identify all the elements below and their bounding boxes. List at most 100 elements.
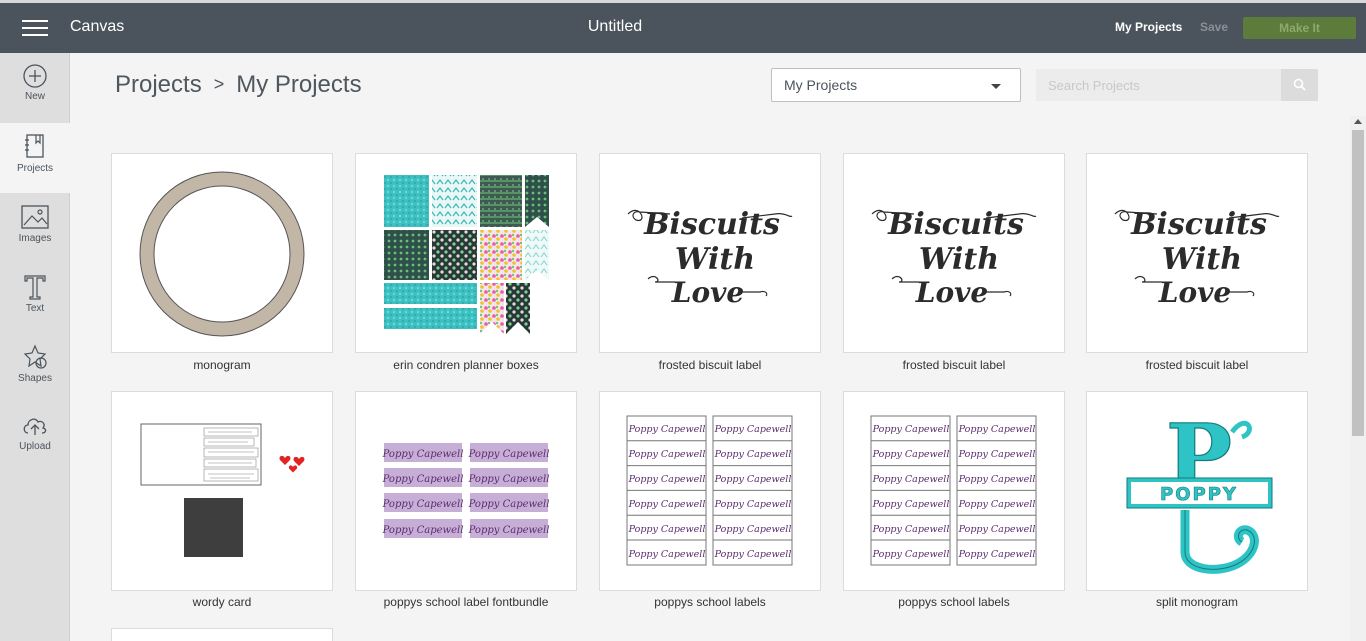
project-card-partial[interactable] (111, 628, 333, 641)
top-bar: Canvas Untitled My Projects Save Make It (0, 0, 1366, 53)
breadcrumb-separator: > (213, 74, 225, 94)
label-text: Poppy Capewell (468, 525, 550, 536)
sidebar-item-shapes[interactable]: Shapes (0, 333, 70, 403)
planner-boxes-thumbnail (384, 175, 549, 334)
dropdown-selected-value: My Projects (784, 77, 858, 93)
breadcrumb: Projects > My Projects (115, 71, 362, 99)
label-text: Poppy Capewell (958, 549, 1036, 560)
scroll-up-arrow-icon[interactable] (1354, 119, 1362, 124)
split-monogram-thumbnail: P POPPY (1126, 403, 1273, 574)
sidebar-item-text[interactable]: Text (0, 263, 70, 333)
biscuit-text-line1: Biscuits (643, 207, 780, 242)
vertical-scrollbar[interactable] (1350, 116, 1366, 641)
project-title[interactable]: erin condren planner boxes (355, 358, 577, 372)
wordy-card-thumbnail (140, 423, 305, 557)
label-text: Poppy Capewell (468, 474, 550, 485)
project-title[interactable]: frosted biscuit label (599, 358, 821, 372)
save-button[interactable]: Save (1200, 20, 1228, 34)
biscuit-text-line1: Biscuits (1130, 207, 1267, 242)
label-text: Poppy Capewell (382, 499, 464, 510)
project-title[interactable]: split monogram (1086, 595, 1308, 609)
label-text: Poppy Capewell (872, 499, 950, 510)
school-labels-thumbnail: Poppy Capewell Poppy Capewell Poppy Cape… (382, 443, 550, 538)
project-card-split-monogram[interactable]: P POPPY (1086, 391, 1308, 591)
scrollbar-thumb[interactable] (1352, 130, 1364, 436)
search-icon (1293, 78, 1306, 91)
monogram-thumbnail (139, 171, 305, 337)
label-text: Poppy Capewell (872, 424, 950, 435)
sidebar-label: Upload (19, 441, 51, 452)
biscuit-label-thumbnail: Biscuits With Love (627, 207, 793, 309)
left-sidebar: New Projects Images Text Shapes Upload (0, 53, 70, 641)
label-text: Poppy Capewell (382, 474, 464, 485)
search-button[interactable] (1281, 69, 1318, 101)
label-text: Poppy Capewell (872, 449, 950, 460)
project-title[interactable]: frosted biscuit label (1086, 358, 1308, 372)
sidebar-item-projects[interactable]: Projects (0, 123, 70, 193)
label-text: Poppy Capewell (628, 449, 706, 460)
project-card-biscuit-label-2[interactable]: Biscuits With Love (843, 153, 1065, 353)
label-text: Poppy Capewell (714, 549, 792, 560)
sidebar-item-upload[interactable]: Upload (0, 403, 70, 473)
project-filter-dropdown[interactable]: My Projects (771, 68, 1021, 102)
breadcrumb-current: My Projects (236, 71, 362, 98)
project-card-biscuit-label-1[interactable]: Biscuits With Love (599, 153, 821, 353)
project-title[interactable]: poppys school labels (599, 595, 821, 609)
label-text: Poppy Capewell (382, 449, 464, 460)
project-title[interactable]: poppys school label fontbundle (355, 595, 577, 609)
sidebar-label: Images (18, 233, 52, 244)
shapes-icon (23, 344, 47, 369)
label-text: Poppy Capewell (714, 524, 792, 535)
label-text: Poppy Capewell (628, 549, 706, 560)
label-text: Poppy Capewell (382, 525, 464, 536)
label-text: Poppy Capewell (628, 474, 706, 485)
project-card-biscuit-label-3[interactable]: Biscuits With Love (1086, 153, 1308, 353)
label-text: Poppy Capewell (628, 499, 706, 510)
project-title[interactable]: frosted biscuit label (843, 358, 1065, 372)
project-card-school-labels-2[interactable]: Poppy Capewell Poppy Capewell Poppy Cape… (843, 391, 1065, 591)
monogram-name: POPPY (1160, 484, 1238, 505)
breadcrumb-projects[interactable]: Projects (115, 71, 202, 98)
biscuit-text-line2: With (1162, 242, 1242, 277)
label-text: Poppy Capewell (628, 424, 706, 435)
search-input[interactable] (1036, 69, 1281, 101)
label-text: Poppy Capewell (714, 474, 792, 485)
biscuit-text-line1: Biscuits (887, 207, 1024, 242)
project-card-school-labels-1[interactable]: Poppy Capewell Poppy Capewell Poppy Cape… (599, 391, 821, 591)
project-title[interactable]: poppys school labels (843, 595, 1065, 609)
biscuit-text-line2: With (675, 242, 755, 277)
sidebar-label: Shapes (18, 373, 52, 384)
cloud-upload-icon (23, 418, 47, 435)
project-card-planner-boxes[interactable] (355, 153, 577, 353)
school-labels-thumbnail: Poppy Capewell Poppy Capewell Poppy Cape… (626, 415, 793, 566)
make-it-button[interactable]: Make It (1243, 17, 1356, 39)
project-card-label-fontbundle[interactable]: Poppy Capewell Poppy Capewell Poppy Cape… (355, 391, 577, 591)
text-icon (24, 275, 46, 300)
project-title[interactable]: monogram (111, 358, 333, 372)
biscuit-label-thumbnail: Biscuits With Love (1114, 207, 1280, 309)
label-text: Poppy Capewell (714, 424, 792, 435)
label-text: Poppy Capewell (628, 524, 706, 535)
label-text: Poppy Capewell (714, 499, 792, 510)
biscuit-text-line3: Love (671, 276, 744, 309)
document-title[interactable]: Untitled (0, 18, 1230, 36)
project-title[interactable]: wordy card (111, 595, 333, 609)
label-text: Poppy Capewell (872, 549, 950, 560)
my-projects-link[interactable]: My Projects (1115, 20, 1182, 34)
label-text: Poppy Capewell (468, 499, 550, 510)
biscuit-text-line2: With (919, 242, 999, 277)
project-card-monogram[interactable] (111, 153, 333, 353)
plus-circle-icon (23, 64, 47, 88)
sidebar-item-new[interactable]: New (0, 53, 70, 123)
image-icon (21, 205, 49, 229)
sidebar-item-images[interactable]: Images (0, 193, 70, 263)
sidebar-label: New (24, 91, 45, 102)
biscuit-label-thumbnail: Biscuits With Love (871, 207, 1037, 309)
label-text: Poppy Capewell (958, 474, 1036, 485)
label-text: Poppy Capewell (714, 449, 792, 460)
label-text: Poppy Capewell (872, 524, 950, 535)
label-text: Poppy Capewell (958, 424, 1036, 435)
chevron-down-icon (991, 84, 1001, 89)
project-card-wordy-card[interactable] (111, 391, 333, 591)
sidebar-label: Projects (16, 163, 54, 174)
